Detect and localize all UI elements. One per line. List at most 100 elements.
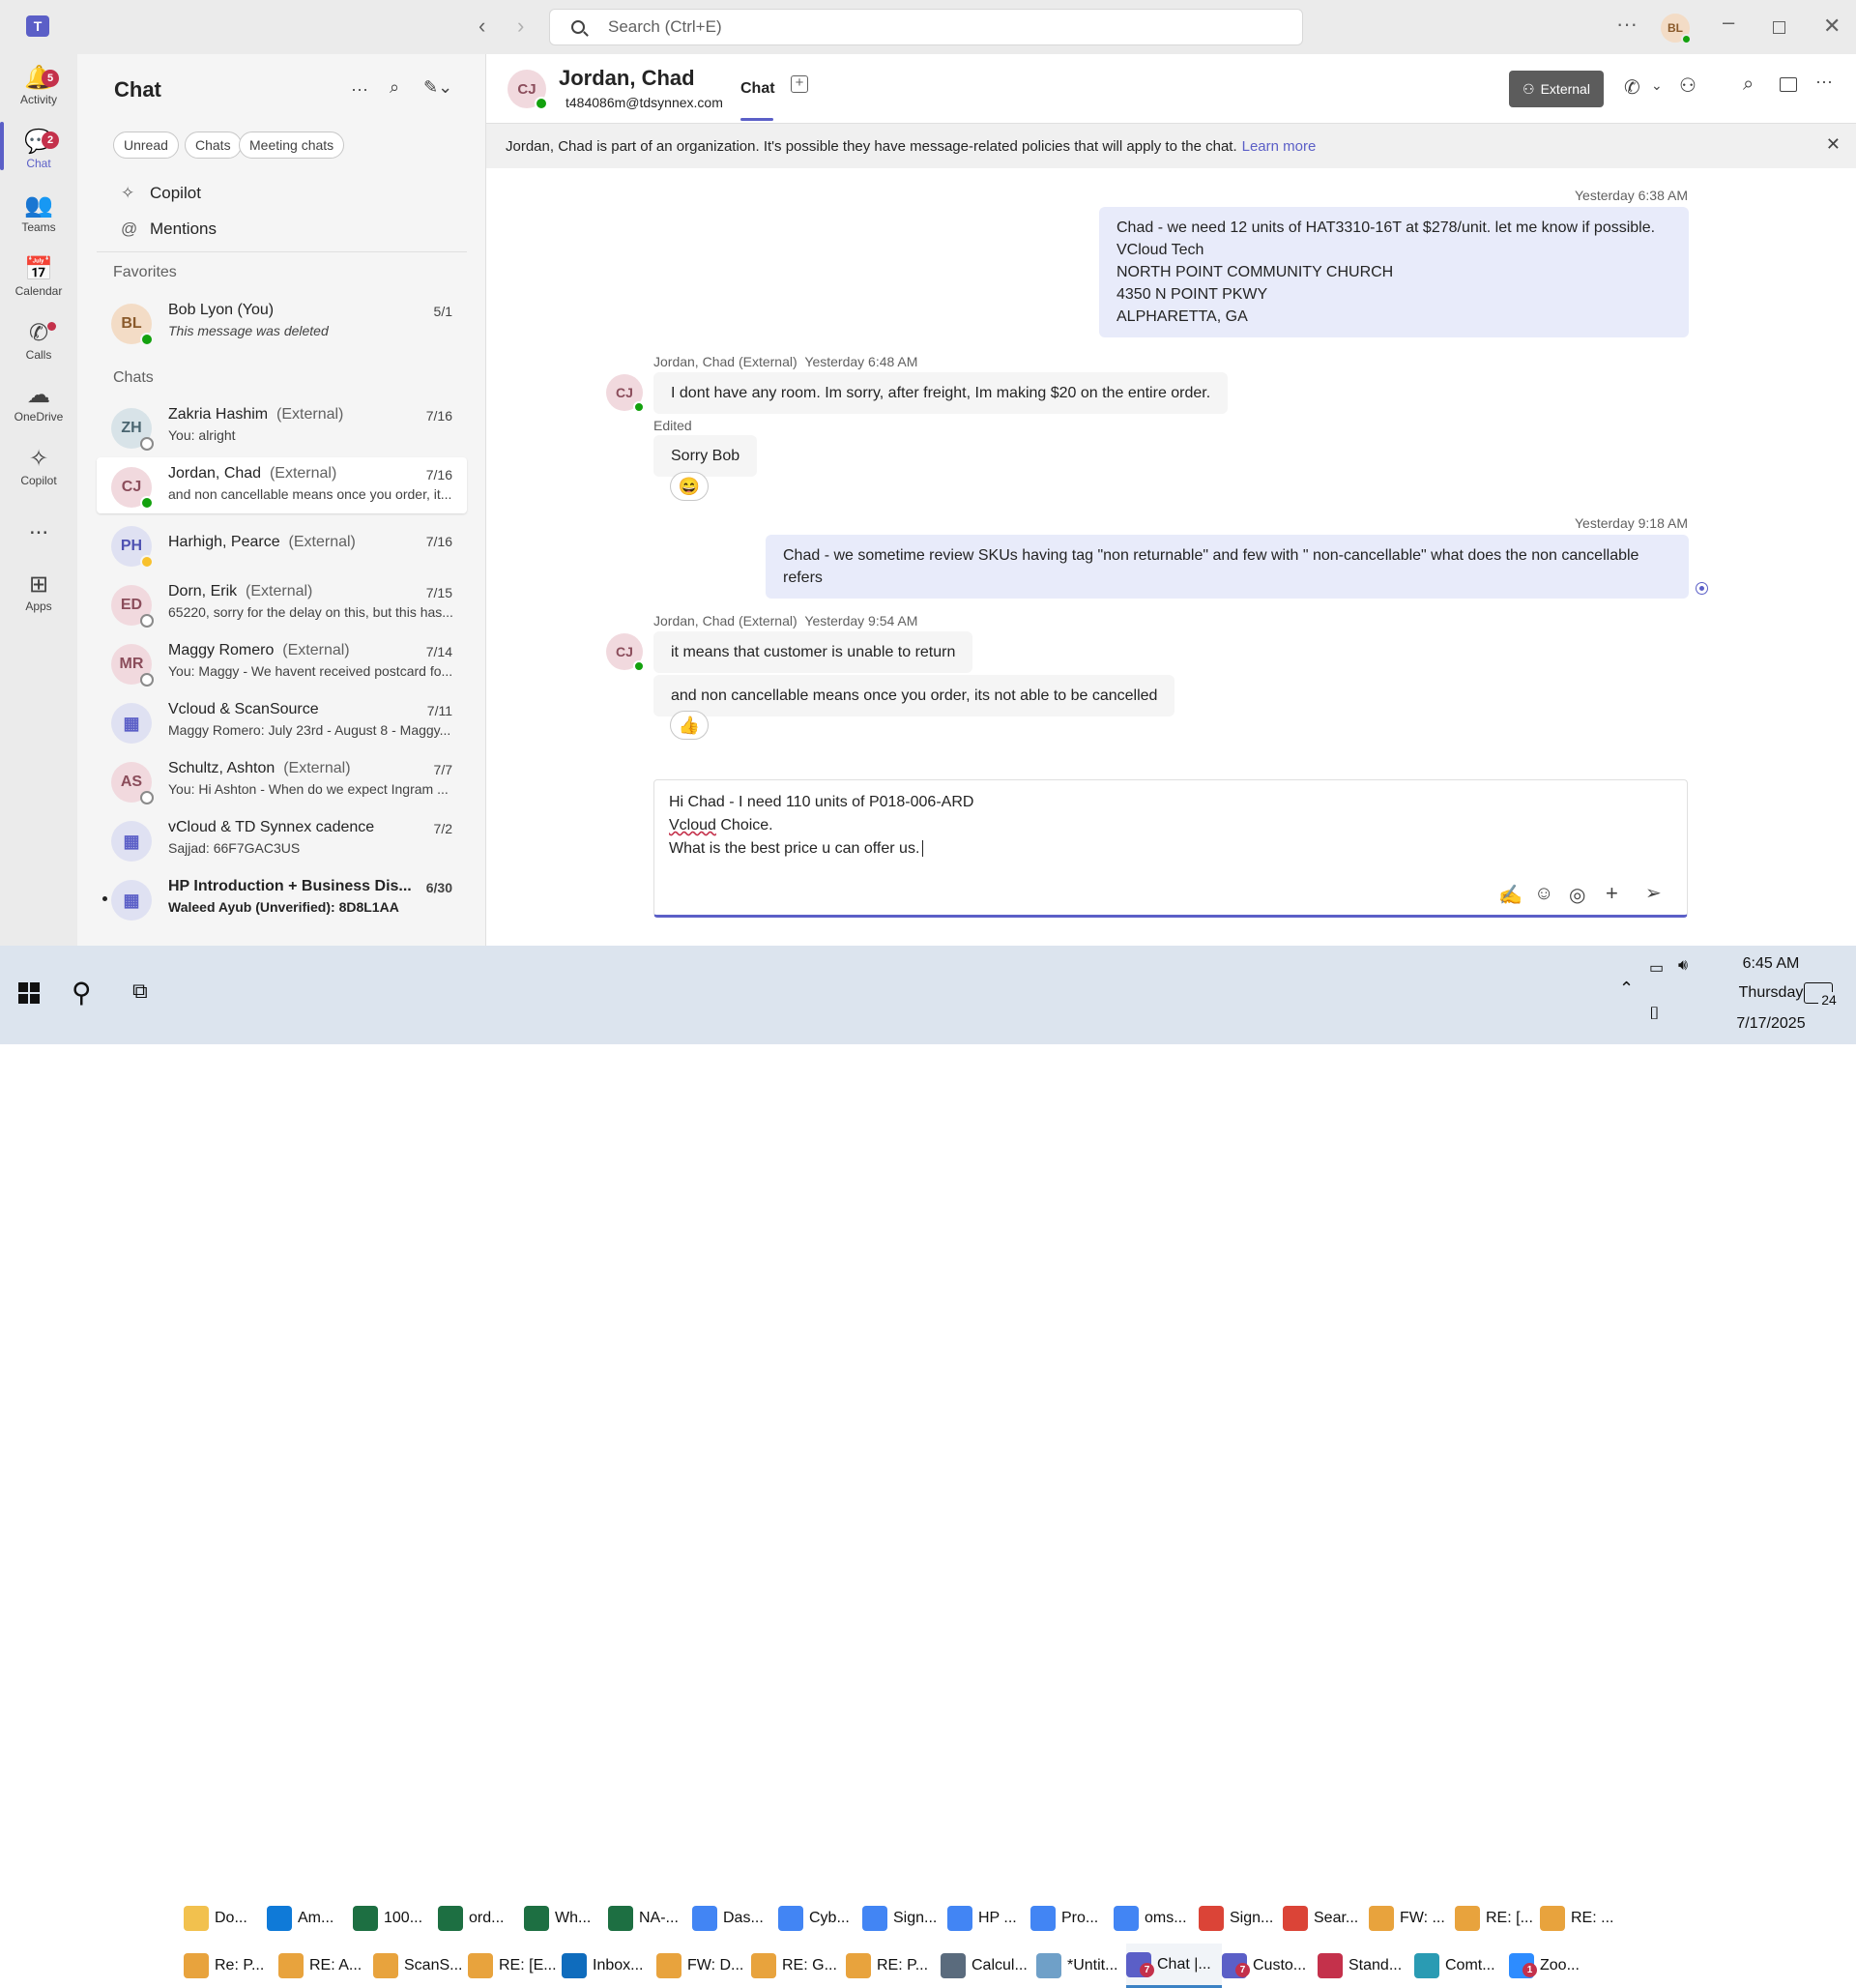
tab-chat[interactable]: Chat — [740, 80, 775, 98]
taskbar-button[interactable]: Comt... — [1414, 1944, 1509, 1988]
chat-item-vcloud-td-synnex[interactable]: ▦ vCloud & TD Synnex cadence Sajjad: 66F… — [97, 811, 467, 867]
chat-item-vcloud-scansource[interactable]: ▦ Vcloud & ScanSource Maggy Romero: July… — [97, 693, 467, 749]
teams-logo-icon[interactable]: T — [26, 15, 49, 37]
send-icon[interactable]: ➢ — [1645, 881, 1662, 905]
rail-copilot[interactable]: ✧ Copilot — [0, 445, 77, 487]
search-input[interactable]: Search (Ctrl+E) — [549, 9, 1303, 45]
add-tab-icon[interactable]: + — [791, 75, 808, 93]
nav-mentions[interactable]: @ Mentions — [121, 219, 217, 239]
call-dropdown-chevron-icon[interactable]: ⌄ — [1651, 77, 1663, 94]
taskbar-search-icon[interactable]: ⚲ — [72, 977, 92, 1009]
laugh-reaction[interactable]: 😄 — [670, 472, 709, 501]
new-chat-icon[interactable]: ✎⌄ — [423, 77, 452, 98]
forward-arrow-icon[interactable]: › — [517, 14, 524, 39]
back-arrow-icon[interactable]: ‹ — [478, 14, 485, 39]
chat-item-maggy-romero[interactable]: MR Maggy Romero (External) You: Maggy - … — [97, 634, 467, 690]
emoji-icon[interactable]: ☺ — [1534, 883, 1553, 905]
taskbar-button[interactable]: 100... — [353, 1896, 438, 1941]
filter-meeting-chats[interactable]: Meeting chats — [239, 132, 345, 159]
search-in-chat-icon[interactable]: ⌕ — [1743, 73, 1754, 96]
taskbar-button[interactable]: ord... — [438, 1896, 524, 1941]
taskbar-button[interactable]: Chat |... 7 — [1126, 1944, 1222, 1988]
clock-time[interactable]: 6:45 AM — [1723, 955, 1819, 973]
windows-start-icon[interactable] — [18, 982, 40, 1004]
taskbar-button[interactable]: RE: [E... — [468, 1944, 562, 1988]
network-icon[interactable]: ⌷ — [1649, 1004, 1660, 1024]
taskbar-button[interactable]: RE: P... — [846, 1944, 941, 1988]
taskbar-button[interactable]: Do... — [184, 1896, 267, 1941]
my-message-bubble[interactable]: Chad - we sometime review SKUs having ta… — [766, 535, 1689, 599]
taskbar-button[interactable]: Zoo... 1 — [1509, 1944, 1596, 1988]
sender-avatar[interactable]: CJ — [606, 374, 645, 413]
taskbar-button[interactable]: RE: G... — [751, 1944, 846, 1988]
taskbar-button[interactable]: HP ... — [947, 1896, 1030, 1941]
their-message-bubble[interactable]: and non cancellable means once you order… — [653, 675, 1175, 716]
chat-item-harhigh-pearce[interactable]: PH Harhigh, Pearce (External) 7/16 — [97, 516, 467, 572]
taskbar-button[interactable]: Das... — [692, 1896, 778, 1941]
taskbar-button[interactable]: FW: ... — [1369, 1896, 1455, 1941]
taskbar-button[interactable]: Sear... — [1283, 1896, 1369, 1941]
filter-unread[interactable]: Unread — [113, 132, 179, 159]
add-people-icon[interactable]: ⚇ — [1679, 73, 1696, 98]
thumbs-up-reaction[interactable]: 👍 — [670, 711, 709, 740]
contact-avatar[interactable]: CJ — [508, 70, 548, 110]
battery-icon[interactable]: ▭ — [1649, 958, 1664, 978]
taskbar-button[interactable]: RE: ... — [1540, 1896, 1623, 1941]
chat-item-jordan-chad[interactable]: CJ Jordan, Chad (External) and non cance… — [97, 457, 467, 513]
taskbar-button[interactable]: FW: D... — [656, 1944, 751, 1988]
taskbar-button[interactable]: ScanS... — [373, 1944, 468, 1988]
contact-name[interactable]: Jordan, Chad — [559, 66, 695, 91]
rail-activity[interactable]: 🔔 Activity 5 — [0, 64, 77, 106]
rail-onedrive[interactable]: ☁ OneDrive — [0, 381, 77, 424]
taskbar-button[interactable]: Wh... — [524, 1896, 608, 1941]
message-compose-box[interactable]: Hi Chad - I need 110 units of P018-006-A… — [653, 779, 1688, 918]
rail-more[interactable]: ... — [0, 512, 77, 541]
favorites-header[interactable]: Favorites — [113, 264, 177, 281]
chat-item-schultz-ashton[interactable]: AS Schultz, Ashton (External) You: Hi As… — [97, 752, 467, 808]
rail-apps[interactable]: ⊞ Apps — [0, 570, 77, 613]
task-view-icon[interactable]: ⧉ — [132, 979, 148, 1004]
taskbar-button[interactable]: Inbox... — [562, 1944, 656, 1988]
chat-item-dorn-erik[interactable]: ED Dorn, Erik (External) 65220, sorry fo… — [97, 575, 467, 631]
maximize-button[interactable] — [1773, 21, 1785, 34]
external-badge[interactable]: ⚇ External — [1509, 71, 1604, 107]
more-options-icon[interactable]: ··· — [351, 79, 368, 100]
taskbar-button[interactable]: Re: P... — [184, 1944, 278, 1988]
more-options-icon[interactable]: ··· — [1815, 72, 1833, 92]
rail-calendar[interactable]: 📅 Calendar — [0, 255, 77, 298]
close-banner-icon[interactable]: ✕ — [1826, 134, 1841, 155]
rail-teams[interactable]: 👥 Teams — [0, 191, 77, 234]
taskbar-button[interactable]: Pro... — [1030, 1896, 1114, 1941]
loop-icon[interactable]: ◎ — [1569, 883, 1585, 907]
my-message-bubble[interactable]: Chad - we need 12 units of HAT3310-16T a… — [1099, 207, 1689, 337]
sender-avatar[interactable]: CJ — [606, 633, 645, 672]
user-avatar[interactable]: BL — [1661, 14, 1692, 44]
rail-chat[interactable]: 💬 Chat 2 — [0, 128, 77, 170]
their-message-bubble[interactable]: I dont have any room. Im sorry, after fr… — [653, 372, 1229, 414]
taskbar-button[interactable]: NA-... — [608, 1896, 692, 1941]
taskbar-button[interactable]: Custo... 7 — [1222, 1944, 1318, 1988]
filter-search-icon[interactable]: ⌕ — [390, 77, 399, 98]
taskbar-button[interactable]: RE: [... — [1455, 1896, 1540, 1941]
their-message-bubble[interactable]: it means that customer is unable to retu… — [653, 631, 973, 673]
format-icon[interactable]: ✍ — [1498, 883, 1522, 907]
chats-header[interactable]: Chats — [113, 369, 154, 387]
taskbar-button[interactable]: RE: A... — [278, 1944, 373, 1988]
close-window-button[interactable]: ✕ — [1823, 14, 1841, 39]
minimize-button[interactable]: – — [1723, 10, 1734, 35]
open-side-panel-icon[interactable] — [1780, 77, 1797, 92]
attach-plus-icon[interactable]: + — [1606, 881, 1618, 906]
taskbar-button[interactable]: Calcul... — [941, 1944, 1036, 1988]
filter-chats[interactable]: Chats — [185, 132, 242, 159]
tray-chevron-icon[interactable]: ⌃ — [1619, 979, 1634, 999]
chat-item-bob-lyon[interactable]: BL Bob Lyon (You) This message was delet… — [97, 294, 467, 350]
chat-item-hp-introduction[interactable]: ▦ HP Introduction + Business Dis... Wale… — [97, 870, 467, 926]
volume-icon[interactable]: 🔊︎ — [1678, 957, 1688, 975]
nav-copilot[interactable]: ✧ Copilot — [121, 184, 201, 203]
taskbar-button[interactable]: Am... — [267, 1896, 353, 1941]
taskbar-button[interactable]: Sign... — [1199, 1896, 1283, 1941]
call-icon[interactable]: ✆ — [1624, 75, 1640, 100]
taskbar-button[interactable]: oms... — [1114, 1896, 1199, 1941]
taskbar-button[interactable]: *Untit... — [1036, 1944, 1126, 1988]
taskbar-button[interactable]: Cyb... — [778, 1896, 862, 1941]
